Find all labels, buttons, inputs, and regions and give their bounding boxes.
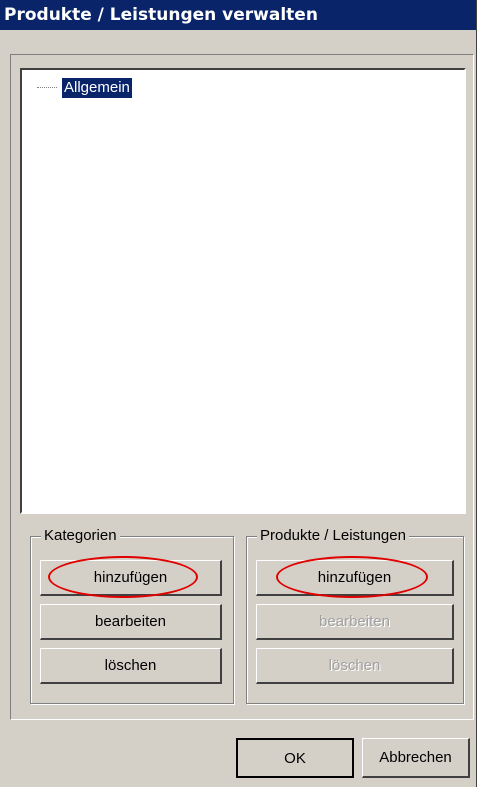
tree-connector-line: [37, 87, 57, 88]
produkte-edit-label: bearbeiten: [319, 613, 390, 630]
tree-node-allgemein[interactable]: Allgemein: [62, 78, 132, 98]
category-tree[interactable]: Allgemein: [20, 68, 466, 514]
cancel-button[interactable]: Abbrechen: [362, 738, 470, 778]
kategorien-add-button[interactable]: hinzufügen: [40, 560, 222, 596]
produkte-delete-button[interactable]: löschen: [256, 648, 454, 684]
produkte-edit-button[interactable]: bearbeiten: [256, 604, 454, 640]
kategorien-delete-label: löschen: [104, 657, 157, 674]
produkte-add-button[interactable]: hinzufügen: [256, 560, 454, 596]
produkte-group-title: Produkte / Leistungen: [257, 527, 409, 545]
kategorien-add-label: hinzufügen: [93, 569, 168, 586]
kategorien-edit-label: bearbeiten: [95, 613, 166, 630]
produkte-delete-label: löschen: [328, 657, 381, 674]
ok-button-label: OK: [284, 750, 306, 767]
ok-button[interactable]: OK: [236, 738, 354, 778]
produkte-add-label: hinzufügen: [317, 569, 392, 586]
kategorien-delete-button[interactable]: löschen: [40, 648, 222, 684]
dialog-window: Produkte / Leistungen verwalten Allgemei…: [0, 0, 477, 787]
kategorien-group-title: Kategorien: [41, 527, 120, 545]
window-title: Produkte / Leistungen verwalten: [0, 0, 476, 30]
kategorien-edit-button[interactable]: bearbeiten: [40, 604, 222, 640]
cancel-button-label: Abbrechen: [379, 749, 452, 766]
